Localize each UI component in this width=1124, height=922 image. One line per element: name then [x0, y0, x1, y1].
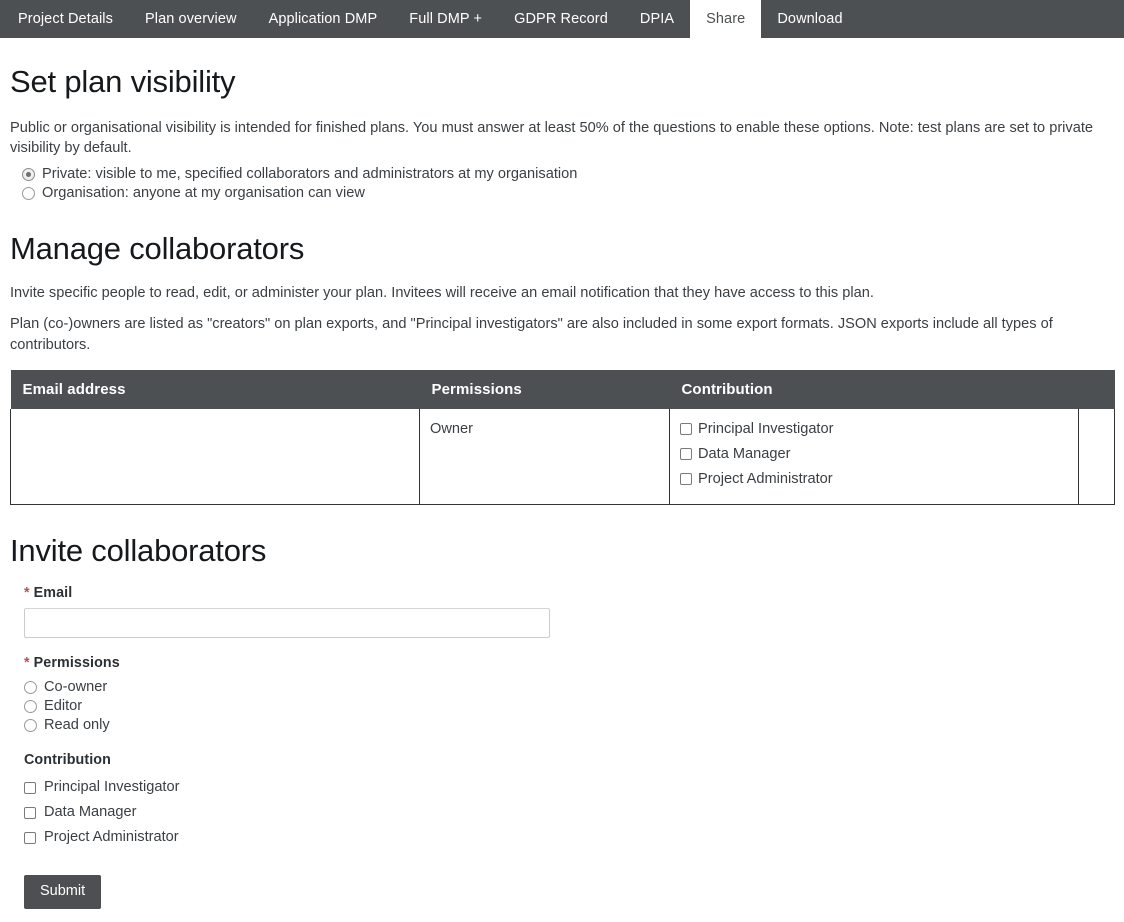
- cell-email: [10, 408, 420, 506]
- column-header-contribution: Contribution: [669, 369, 1079, 409]
- tab-label: Application DMP: [268, 10, 378, 27]
- tab-dpia[interactable]: DPIA: [624, 0, 690, 38]
- cell-permissions: Owner: [419, 408, 670, 506]
- checkbox-icon[interactable]: [24, 781, 36, 794]
- column-header-email: Email address: [10, 369, 420, 409]
- tab-project-details[interactable]: Project Details: [0, 0, 129, 38]
- checkbox-icon[interactable]: [680, 447, 692, 460]
- invite-collaborators-form: * Email * Permissions Co-owner Editor Read…: [24, 585, 1114, 909]
- permissions-option-read-only[interactable]: Read only: [24, 716, 1114, 735]
- tab-label: Project Details: [18, 10, 113, 27]
- contribution-option-label: Project Administrator: [44, 829, 179, 846]
- checkbox-icon[interactable]: [24, 806, 36, 819]
- tab-label: GDPR Record: [514, 10, 608, 27]
- tab-label: Full DMP +: [409, 10, 483, 27]
- invite-contribution-project-administrator[interactable]: Project Administrator: [24, 825, 1114, 850]
- tab-gdpr-record[interactable]: GDPR Record: [498, 0, 624, 38]
- table-body: Owner Principal Investigator Data Manage…: [10, 408, 1115, 506]
- tab-full-dmp[interactable]: Full DMP +: [393, 0, 498, 38]
- contribution-field-label: Contribution: [24, 752, 111, 769]
- contribution-label: Principal Investigator: [698, 420, 834, 437]
- contribution-label: Project Administrator: [698, 470, 833, 487]
- page-content: Set plan visibility Public or organisati…: [0, 64, 1124, 909]
- tab-label: Plan overview: [144, 10, 237, 27]
- checkbox-icon[interactable]: [24, 831, 36, 844]
- radio-icon[interactable]: [24, 719, 37, 733]
- email-field-label: * Email: [24, 585, 1114, 601]
- contribution-checkbox-principal-investigator[interactable]: Principal Investigator: [680, 421, 1078, 437]
- radio-icon[interactable]: [22, 187, 35, 201]
- contribution-label: Data Manager: [698, 445, 791, 462]
- permissions-option-label: Read only: [44, 717, 110, 734]
- contribution-checkbox-project-administrator[interactable]: Project Administrator: [680, 471, 1078, 487]
- permissions-option-label: Co-owner: [44, 679, 108, 696]
- set-plan-visibility-heading: Set plan visibility: [10, 64, 236, 99]
- column-header-actions: [1078, 369, 1115, 409]
- table-header: Email address Permissions Contribution: [10, 369, 1115, 409]
- visibility-option-private[interactable]: Private: visible to me, specified collab…: [10, 165, 1114, 184]
- checkbox-icon[interactable]: [680, 472, 692, 485]
- tab-bar-filler: [859, 0, 1124, 38]
- contribution-option-label: Principal Investigator: [44, 779, 180, 796]
- cell-actions: [1078, 408, 1115, 506]
- visibility-option-organisation[interactable]: Organisation: anyone at my organisation …: [10, 184, 1114, 203]
- contribution-option-label: Data Manager: [44, 804, 137, 821]
- checkbox-icon[interactable]: [680, 422, 692, 435]
- table-header-row: Email address Permissions Contribution: [10, 369, 1115, 409]
- email-field[interactable]: [24, 608, 550, 639]
- tab-plan-overview[interactable]: Plan overview: [129, 0, 253, 38]
- submit-button[interactable]: Submit: [24, 875, 102, 909]
- visibility-radio-group: Private: visible to me, specified collab…: [10, 165, 1114, 203]
- contribution-checkbox-group: Principal Investigator Data Manager Proj…: [24, 775, 1114, 850]
- permissions-radio-group: Co-owner Editor Read only: [24, 678, 1114, 735]
- required-asterisk: *: [24, 585, 30, 602]
- tab-label: DPIA: [639, 10, 675, 27]
- tab-label: Download: [777, 10, 843, 27]
- permissions-option-co-owner[interactable]: Co-owner: [24, 678, 1114, 697]
- cell-contribution: Principal Investigator Data Manager Proj…: [669, 408, 1079, 506]
- manage-collaborators-heading: Manage collaborators: [10, 231, 305, 267]
- column-header-permissions: Permissions: [419, 369, 670, 409]
- manage-paragraph-2: Plan (co-)owners are listed as "creators…: [10, 316, 1053, 354]
- main-tab-bar: Project Details Plan overview Applicatio…: [0, 0, 1124, 38]
- email-label-text: Email: [33, 585, 73, 602]
- radio-icon[interactable]: [24, 681, 37, 695]
- permissions-label-text: Permissions: [33, 655, 120, 672]
- invite-collaborators-heading: Invite collaborators: [10, 533, 267, 569]
- radio-icon[interactable]: [22, 168, 35, 182]
- permissions-option-editor[interactable]: Editor: [24, 697, 1114, 716]
- radio-icon[interactable]: [24, 700, 37, 714]
- contribution-checkbox-data-manager[interactable]: Data Manager: [680, 446, 1078, 462]
- permissions-option-label: Editor: [44, 698, 83, 715]
- table-row: Owner Principal Investigator Data Manage…: [10, 408, 1115, 506]
- visibility-option-label: Private: visible to me, specified collab…: [42, 166, 578, 183]
- tab-download[interactable]: Download: [761, 0, 858, 38]
- tab-label: Share: [706, 10, 746, 27]
- tab-application-dmp[interactable]: Application DMP: [253, 0, 394, 38]
- form-spacer: [24, 638, 1114, 655]
- tab-share[interactable]: Share: [690, 0, 762, 38]
- visibility-option-label: Organisation: anyone at my organisation …: [42, 185, 365, 202]
- invite-contribution-data-manager[interactable]: Data Manager: [24, 800, 1114, 825]
- permissions-field-label: * Permissions: [24, 655, 1114, 671]
- collaborators-table: Email address Permissions Contribution O…: [10, 369, 1115, 506]
- invite-contribution-principal-investigator[interactable]: Principal Investigator: [24, 775, 1114, 800]
- manage-paragraph-1: Invite specific people to read, edit, or…: [10, 284, 874, 301]
- required-asterisk: *: [24, 655, 30, 672]
- visibility-description: Public or organisational visibility is i…: [10, 119, 1094, 157]
- form-spacer: [24, 735, 1114, 752]
